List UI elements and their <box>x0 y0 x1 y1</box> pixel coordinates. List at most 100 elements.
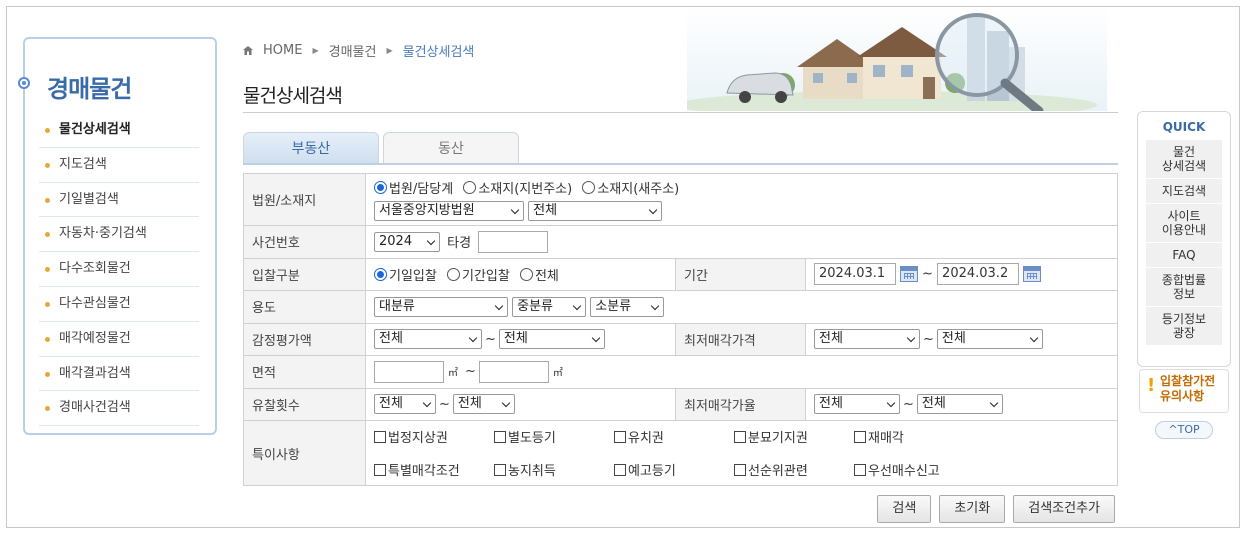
failed-bids-to-select[interactable]: 전체 <box>452 394 515 415</box>
min-price-cell: 전체 ~ 전체 <box>805 322 1118 356</box>
checkbox-lien[interactable] <box>614 430 626 443</box>
case-type-label: 타경 <box>447 236 472 252</box>
form-row-failed-bids: 유찰횟수 전체 ~ 전체 최저매각가율 전체 ~ 전체 <box>243 387 1118 421</box>
menu-item-vehicle-search[interactable]: 자동차·중기검색 <box>39 217 199 253</box>
radio-period-bid[interactable] <box>446 267 460 281</box>
usage-major-select[interactable]: 대분류 <box>374 296 508 317</box>
chevron-right-icon: ▶ <box>386 46 393 55</box>
radio-court-dept[interactable] <box>374 181 387 194</box>
form-row-appraisal: 감정평가액 전체 ~ 전체 최저매각가격 전체 ~ 전체 <box>243 322 1118 356</box>
quick-item-legal-info[interactable]: 종합법률 정보 <box>1146 268 1222 307</box>
checkbox-special-sale-condition[interactable] <box>374 463 386 476</box>
min-price-to-select[interactable]: 전체 <box>936 329 1043 350</box>
left-navigation: 경매물건 물건상세검색 지도검색 기일별검색 자동차·중기검색 다수조회물건 다… <box>18 37 217 435</box>
search-button[interactable]: 검색 <box>877 495 932 523</box>
special-option: 분묘기지권 <box>734 427 854 446</box>
quick-item-faq[interactable]: FAQ <box>1146 243 1222 268</box>
calendar-icon[interactable] <box>1023 266 1042 283</box>
notice-line-2: 유의사항 <box>1160 389 1205 403</box>
checkbox-label: 별도등기 <box>508 431 556 446</box>
area-label: 면적 <box>243 355 366 389</box>
usage-middle-select[interactable]: 중분류 <box>512 296 587 317</box>
min-rate-to-select[interactable]: 전체 <box>916 394 1003 415</box>
radio-new-address-label: 소재지(새주소) <box>597 182 680 197</box>
quick-item-registry-info[interactable]: 등기정보 광장 <box>1146 307 1222 346</box>
special-option: 유치권 <box>614 427 734 446</box>
usage-label: 용도 <box>243 290 366 324</box>
checkbox-farmland-acquisition[interactable] <box>494 463 506 476</box>
menu-item-case-search[interactable]: 경매사건검색 <box>39 391 199 427</box>
failed-bids-from-select[interactable]: 전체 <box>374 394 436 415</box>
appraisal-from-select[interactable]: 전체 <box>374 329 482 350</box>
caret-up-icon: ^ <box>1168 423 1178 436</box>
menu-item-most-viewed[interactable]: 다수조회물건 <box>39 252 199 287</box>
min-rate-from-select[interactable]: 전체 <box>814 394 900 415</box>
checkbox-label: 예고등기 <box>628 464 676 479</box>
court-select[interactable]: 서울중앙지방법원 <box>374 201 524 221</box>
appraisal-to-select[interactable]: 전체 <box>498 329 605 350</box>
area-to-input[interactable] <box>478 360 549 383</box>
radio-new-address[interactable] <box>582 181 596 194</box>
min-rate-cell: 전체 ~ 전체 <box>805 387 1118 421</box>
page-frame: 경매물건 물건상세검색 지도검색 기일별검색 자동차·중기검색 다수조회물건 다… <box>6 6 1240 528</box>
notice-line-1: 입찰참가전 <box>1160 374 1216 388</box>
case-year-select[interactable]: 2024 <box>374 231 440 252</box>
add-condition-button[interactable]: 검색조건추가 <box>1013 495 1115 523</box>
radio-lot-address[interactable] <box>463 181 477 194</box>
form-row-special: 특이사항 법정지상권 별도등기 유치권 분묘기지권 재매각 특별매각조건 농지취… <box>243 420 1118 486</box>
tab-real-estate[interactable]: 부동산 <box>243 132 379 164</box>
failed-bids-label: 유찰횟수 <box>243 387 366 421</box>
quick-item-site-guide[interactable]: 사이트 이용안내 <box>1146 204 1222 243</box>
special-option: 농지취득 <box>494 460 614 479</box>
form-buttons: 검색 초기화 검색조건추가 <box>877 495 1115 523</box>
range-tilde: ~ <box>439 396 450 412</box>
special-option: 재매각 <box>854 427 974 446</box>
bid-type-label: 입찰구분 <box>243 257 366 291</box>
radio-all-bid[interactable] <box>519 267 533 281</box>
period-to-input[interactable]: 2024.03.2 <box>937 263 1020 286</box>
breadcrumb-home[interactable]: HOME <box>263 43 302 58</box>
checkbox-label: 법정지상권 <box>388 431 448 446</box>
menu-item-most-watched[interactable]: 다수관심물건 <box>39 287 199 322</box>
home-icon <box>243 46 253 55</box>
quick-item-detail-search[interactable]: 물건 상세검색 <box>1146 140 1222 179</box>
radio-all-bid-label: 전체 <box>534 268 559 284</box>
reset-button[interactable]: 초기화 <box>939 495 1006 523</box>
radio-court-dept-label: 법원/담당계 <box>389 182 454 197</box>
checkbox-legal-surface-right[interactable] <box>374 430 386 443</box>
bidding-notice-link[interactable]: ! 입찰참가전 유의사항 <box>1139 369 1229 413</box>
checkbox-senior-related[interactable] <box>734 463 746 476</box>
section-title: 경매물건 <box>47 75 132 103</box>
tab-movable-property[interactable]: 동산 <box>383 132 519 164</box>
area-from-input[interactable] <box>374 360 444 383</box>
menu-item-scheduled-sale[interactable]: 매각예정물건 <box>39 322 199 357</box>
min-price-from-select[interactable]: 전체 <box>814 329 920 350</box>
dept-select[interactable]: 전체 <box>528 201 663 221</box>
special-option: 예고등기 <box>614 460 734 479</box>
checkbox-separate-registry[interactable] <box>494 430 506 443</box>
radio-date-bid[interactable] <box>374 267 387 281</box>
special-cell: 법정지상권 별도등기 유치권 분묘기지권 재매각 특별매각조건 농지취득 예고등… <box>365 420 1118 486</box>
calendar-icon[interactable] <box>900 266 918 283</box>
exclamation-icon: ! <box>1147 375 1156 396</box>
quick-item-map-search[interactable]: 지도검색 <box>1146 179 1222 204</box>
checkbox-resale[interactable] <box>854 430 866 443</box>
case-number-input[interactable] <box>478 230 549 253</box>
usage-minor-select[interactable]: 소분류 <box>590 296 665 317</box>
quick-list: 물건 상세검색 지도검색 사이트 이용안내 FAQ 종합법률 정보 등기정보 광… <box>1146 140 1222 346</box>
checkbox-grave-site-right[interactable] <box>734 430 746 443</box>
period-from-input[interactable]: 2024.03.1 <box>814 263 896 286</box>
menu-item-date-search[interactable]: 기일별검색 <box>39 183 199 218</box>
special-option: 법정지상권 <box>374 427 494 446</box>
checkbox-preliminary-registry[interactable] <box>614 463 626 476</box>
menu-item-map-search[interactable]: 지도검색 <box>39 148 199 183</box>
min-rate-label: 최저매각가율 <box>675 387 806 421</box>
range-tilde: ~ <box>465 364 476 380</box>
menu-item-detail-search[interactable]: 물건상세검색 <box>39 113 199 148</box>
breadcrumb-auction-items[interactable]: 경매물건 <box>329 41 377 60</box>
checkbox-priority-purchase[interactable] <box>854 463 866 476</box>
form-row-usage: 용도 대분류 중분류 소분류 <box>243 290 1118 324</box>
menu-item-sale-result[interactable]: 매각결과검색 <box>39 357 199 392</box>
period-tilde: ~ <box>922 266 933 282</box>
scroll-top-button[interactable]: ^TOP <box>1155 421 1213 439</box>
